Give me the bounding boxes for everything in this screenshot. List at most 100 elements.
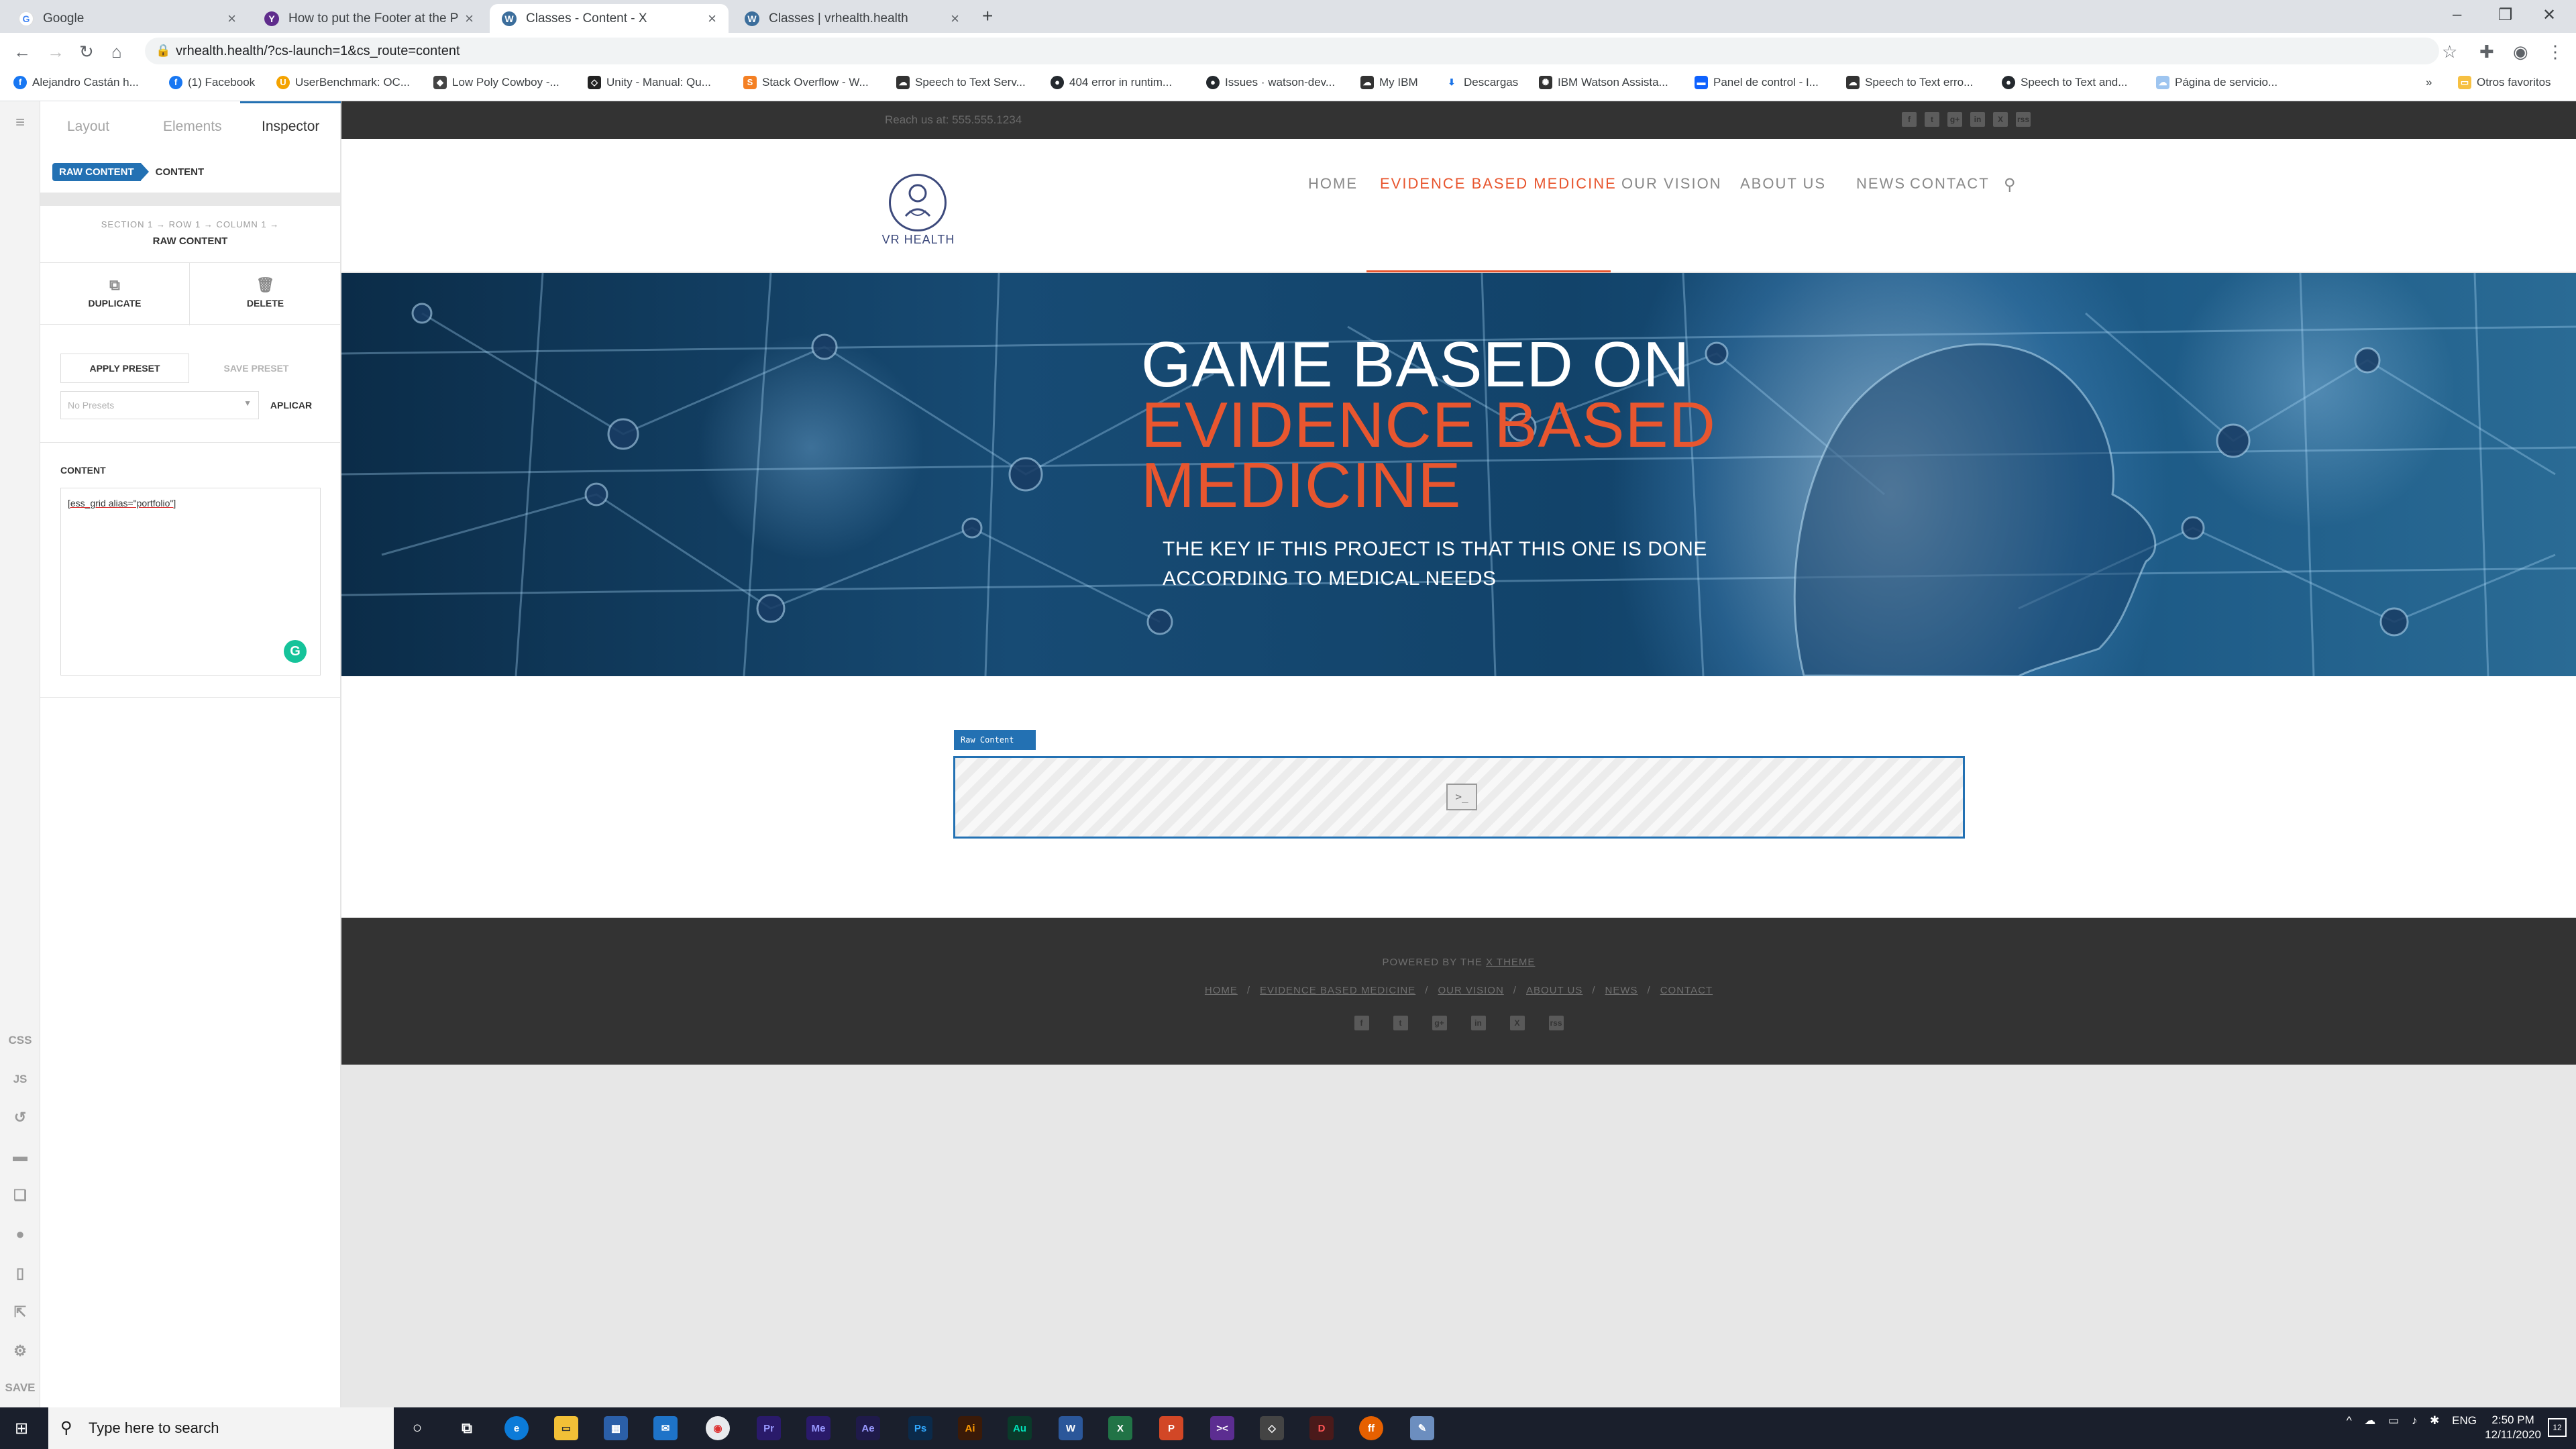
- photoshop-icon[interactable]: Ps: [908, 1416, 932, 1440]
- reload-icon[interactable]: ↻: [79, 42, 94, 62]
- language-indicator[interactable]: ENG: [2452, 1414, 2477, 1427]
- x-theme-link[interactable]: X THEME: [1486, 957, 1535, 968]
- footer-link-contact[interactable]: CONTACT: [1660, 985, 1713, 996]
- after-effects-icon[interactable]: Ae: [856, 1416, 880, 1440]
- preview-icon[interactable]: ●: [0, 1226, 40, 1243]
- save-preset-button[interactable]: SAVE PRESET: [192, 354, 321, 383]
- other-bookmarks-folder[interactable]: ▭ Otros favoritos: [2458, 76, 2551, 89]
- bookmark-item[interactable]: ● Issues · watson-dev...: [1206, 76, 1335, 89]
- close-tab-icon[interactable]: ×: [227, 10, 236, 28]
- audition-icon[interactable]: Au: [1008, 1416, 1032, 1440]
- bookmark-item[interactable]: ● 404 error in runtim...: [1051, 76, 1172, 89]
- profile-avatar-icon[interactable]: ◉: [2513, 42, 2528, 62]
- back-icon[interactable]: ←: [13, 42, 31, 62]
- rss-icon[interactable]: rss: [1548, 1016, 1564, 1030]
- linkedin-icon[interactable]: in: [1970, 112, 1985, 127]
- vr-health-logo[interactable]: [889, 174, 947, 231]
- nav-home[interactable]: HOME: [1308, 175, 1358, 193]
- layout-icon[interactable]: ▬: [0, 1148, 40, 1165]
- powerpoint-icon[interactable]: P: [1159, 1416, 1183, 1440]
- footer-link-about-us[interactable]: ABOUT US: [1526, 985, 1582, 996]
- onedrive-icon[interactable]: ☁: [2364, 1414, 2375, 1427]
- rss-icon[interactable]: rss: [2016, 112, 2031, 127]
- google-plus-icon[interactable]: g+: [1432, 1016, 1447, 1030]
- preset-select[interactable]: No Presets ▼: [60, 391, 259, 419]
- bookmark-star-icon[interactable]: ☆: [2442, 42, 2457, 62]
- bookmarks-overflow-icon[interactable]: »: [2426, 76, 2432, 89]
- close-window-icon[interactable]: ✕: [2542, 5, 2556, 25]
- bookmark-item[interactable]: ☁ Speech to Text erro...: [1846, 76, 1973, 89]
- footer-link-evidence-based-medicine[interactable]: EVIDENCE BASED MEDICINE: [1260, 985, 1415, 996]
- close-tab-icon[interactable]: ×: [465, 10, 474, 28]
- system-tray[interactable]: ^ ☁ ▭ ♪ ✱ ENG: [2347, 1414, 2496, 1428]
- footer-link-home[interactable]: HOME: [1205, 985, 1238, 996]
- delete-button[interactable]: 🗑 DELETE: [191, 263, 340, 325]
- bookmark-item[interactable]: ● Speech to Text and...: [2002, 76, 2127, 89]
- footer-link-news[interactable]: NEWS: [1605, 985, 1638, 996]
- breadcrumb-element[interactable]: RAW CONTENT: [52, 163, 149, 181]
- apply-preset-button[interactable]: APPLY PRESET: [60, 354, 189, 383]
- edge-icon[interactable]: e: [504, 1416, 529, 1440]
- external-link-icon[interactable]: ⇱: [0, 1303, 40, 1321]
- browser-tab-active[interactable]: W Classes - Content - X ×: [490, 4, 729, 33]
- restore-icon[interactable]: ❐: [2498, 5, 2513, 25]
- xing-icon[interactable]: X: [1509, 1016, 1525, 1030]
- extensions-icon[interactable]: ✚: [2479, 42, 2494, 62]
- css-button[interactable]: CSS: [0, 1034, 40, 1047]
- nav-news[interactable]: NEWS: [1856, 175, 1906, 193]
- bookmark-item[interactable]: f Alejandro Castán h...: [13, 76, 139, 89]
- device-icon[interactable]: ▯: [0, 1265, 40, 1282]
- bookmark-item[interactable]: U UserBenchmark: OC...: [276, 76, 410, 89]
- js-button[interactable]: JS: [0, 1073, 40, 1086]
- save-button[interactable]: SAVE: [0, 1381, 40, 1395]
- close-tab-icon[interactable]: ×: [708, 10, 716, 28]
- task-view-icon[interactable]: ⧉: [455, 1416, 479, 1440]
- tray-overflow-icon[interactable]: ^: [2347, 1414, 2352, 1427]
- bookmark-item[interactable]: ✺ IBM Watson Assista...: [1539, 76, 1668, 89]
- browser-tab[interactable]: W Classes | vrhealth.health ×: [733, 4, 971, 33]
- bookmark-item[interactable]: ⬇ Descargas: [1445, 76, 1518, 89]
- taskbar-search[interactable]: ⚲ Type here to search: [48, 1407, 394, 1449]
- search-icon[interactable]: ⚲: [2004, 175, 2017, 195]
- bookmark-item[interactable]: S Stack Overflow - W...: [743, 76, 869, 89]
- premiere-icon[interactable]: Pr: [757, 1416, 781, 1440]
- tab-elements[interactable]: Elements: [163, 119, 222, 135]
- templates-icon[interactable]: ❏: [0, 1187, 40, 1204]
- mail-icon[interactable]: ✉: [653, 1416, 678, 1440]
- hamburger-menu-icon[interactable]: ≡: [0, 113, 40, 132]
- resolve-icon[interactable]: D: [1309, 1416, 1334, 1440]
- tab-inspector[interactable]: Inspector: [262, 119, 319, 135]
- bookmark-item[interactable]: ◇ Unity - Manual: Qu...: [588, 76, 711, 89]
- bookmark-item[interactable]: f (1) Facebook: [169, 76, 255, 89]
- network-icon[interactable]: ▭: [2388, 1414, 2399, 1427]
- raw-content-element[interactable]: >_: [953, 756, 1965, 839]
- bookmark-item[interactable]: ☁ Página de servicio...: [2156, 76, 2277, 89]
- footer-link-our-vision[interactable]: OUR VISION: [1438, 985, 1503, 996]
- file-explorer-icon[interactable]: ▭: [554, 1416, 578, 1440]
- nav-evidence-based-medicine[interactable]: EVIDENCE BASED MEDICINE: [1380, 175, 1617, 193]
- nav-about-us[interactable]: ABOUT US: [1740, 175, 1826, 193]
- facebook-icon[interactable]: f: [1354, 1016, 1369, 1030]
- linkedin-icon[interactable]: in: [1470, 1016, 1486, 1030]
- bluetooth-icon[interactable]: ✱: [2430, 1414, 2439, 1427]
- nav-our-vision[interactable]: OUR VISION: [1621, 175, 1722, 193]
- tab-layout[interactable]: Layout: [67, 119, 109, 135]
- media-encoder-icon[interactable]: Me: [806, 1416, 830, 1440]
- taskbar-clock[interactable]: 2:50 PM 12/11/2020: [2485, 1413, 2541, 1442]
- word-icon[interactable]: W: [1059, 1416, 1083, 1440]
- grammarly-icon[interactable]: G: [284, 640, 307, 663]
- aplicar-button[interactable]: APLICAR: [262, 391, 321, 419]
- store-icon[interactable]: ▦: [604, 1416, 628, 1440]
- notepad-icon[interactable]: ✎: [1410, 1416, 1434, 1440]
- browser-tab[interactable]: G Google ×: [7, 4, 248, 33]
- unity-icon[interactable]: ◇: [1260, 1416, 1284, 1440]
- menu-kebab-icon[interactable]: ⋮: [2546, 42, 2564, 62]
- excel-icon[interactable]: X: [1108, 1416, 1132, 1440]
- content-textarea[interactable]: [ess_grid alias="portfolio"] G: [60, 488, 321, 676]
- xing-icon[interactable]: X: [1993, 112, 2008, 127]
- address-bar[interactable]: 🔒 vrhealth.health/?cs-launch=1&cs_route=…: [145, 38, 2439, 64]
- bookmark-item[interactable]: ☁ My IBM: [1360, 76, 1418, 89]
- duplicate-button[interactable]: ⧉ DUPLICATE: [40, 263, 190, 325]
- chrome-icon[interactable]: ◉: [706, 1416, 730, 1440]
- visual-studio-icon[interactable]: ><: [1210, 1416, 1234, 1440]
